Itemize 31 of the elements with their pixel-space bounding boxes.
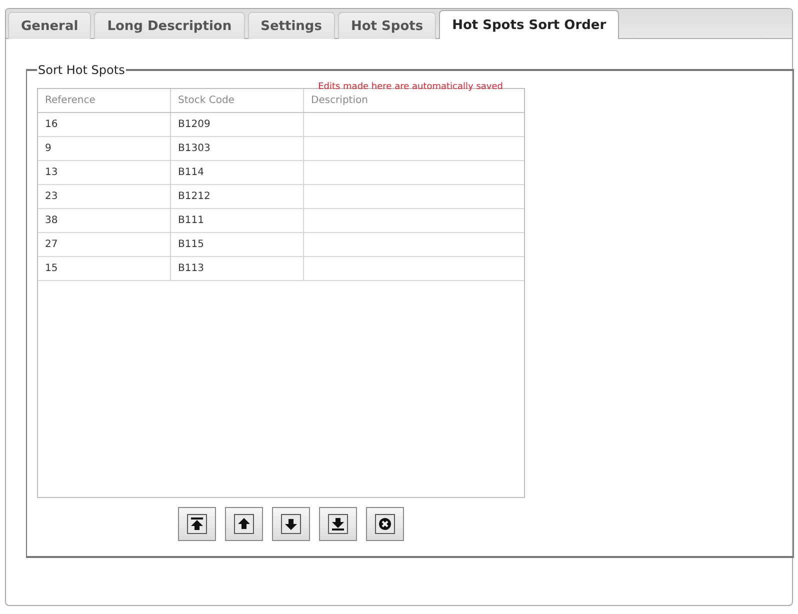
remove-button[interactable] <box>366 507 404 541</box>
table-cell: B1209 <box>171 113 304 136</box>
tab[interactable]: Long Description <box>94 12 245 39</box>
tab[interactable]: Settings <box>248 12 335 39</box>
table-cell: 38 <box>38 209 171 232</box>
close-icon <box>375 514 395 534</box>
move-button[interactable] <box>319 507 357 541</box>
table-cell: 13 <box>38 161 171 184</box>
group-title: Sort Hot Spots <box>37 63 126 77</box>
table-cell: 27 <box>38 233 171 256</box>
tab[interactable]: Hot Spots Sort Order <box>439 10 620 39</box>
move-to-top-icon <box>187 514 207 534</box>
move-to-bottom-icon <box>328 514 348 534</box>
autosave-notice: Edits made here are automatically saved <box>318 82 504 92</box>
table-cell: 9 <box>38 137 171 160</box>
table-cell: 23 <box>38 185 171 208</box>
table-cell: 15 <box>38 257 171 280</box>
move-button[interactable] <box>178 507 216 541</box>
table-cell: B115 <box>171 233 304 256</box>
table-cell: B114 <box>171 161 304 184</box>
column-header[interactable]: Reference <box>38 89 171 112</box>
move-button[interactable] <box>272 507 310 541</box>
tab[interactable]: General <box>8 12 92 39</box>
column-header[interactable]: Stock Code <box>171 89 304 112</box>
table-cell: B113 <box>171 257 304 280</box>
table-cell: B1212 <box>171 185 304 208</box>
table-cell: B1303 <box>171 137 304 160</box>
tab[interactable]: Hot Spots <box>338 12 436 39</box>
table-cell: 16 <box>38 113 171 136</box>
table-cell: B111 <box>171 209 304 232</box>
move-button[interactable] <box>225 507 263 541</box>
